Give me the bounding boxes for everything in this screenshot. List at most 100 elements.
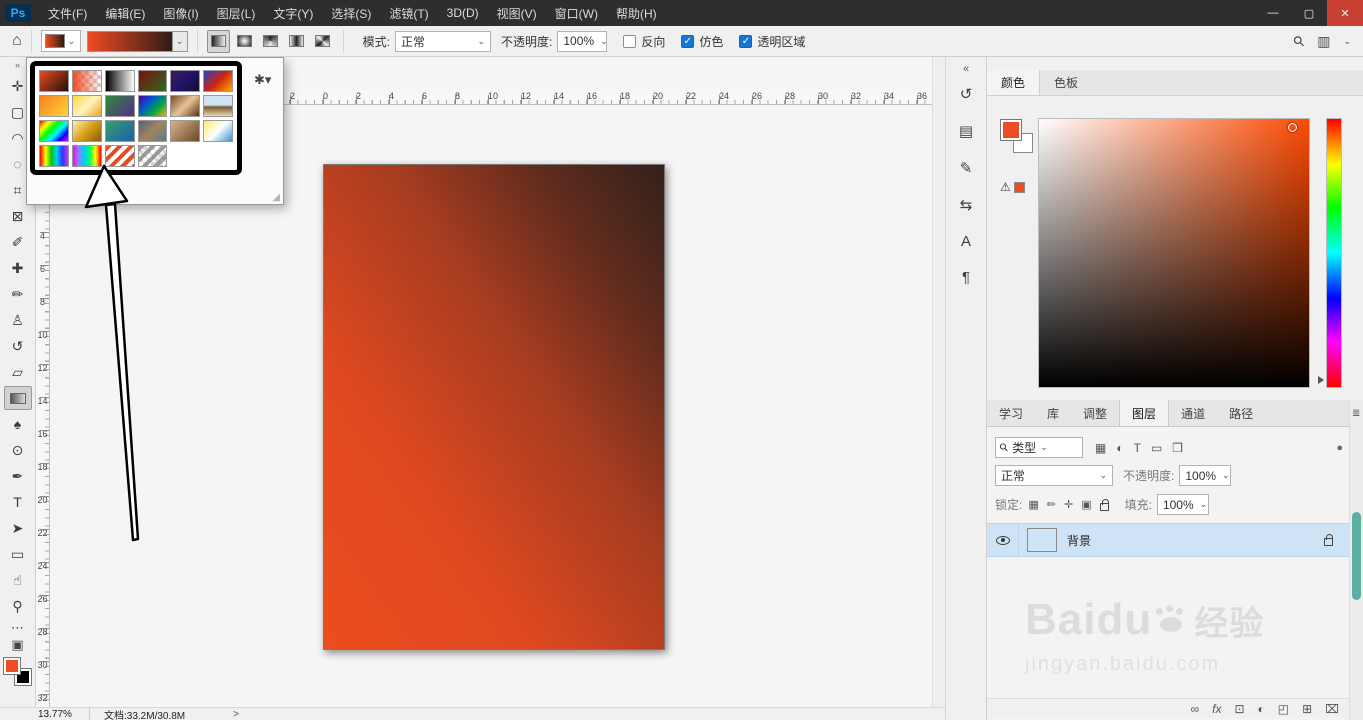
menu-file[interactable]: 文件(F) xyxy=(39,0,96,26)
gradient-red-green[interactable] xyxy=(137,70,168,92)
scrollbar-thumb[interactable] xyxy=(1352,512,1361,600)
foreground-color-swatch[interactable] xyxy=(3,657,21,675)
frame-tool[interactable]: ⊠ xyxy=(4,204,32,228)
gradient-rainbow-2[interactable] xyxy=(71,145,102,167)
layer-fill-select[interactable]: 100% ⌄ xyxy=(1156,494,1209,515)
gradient-red-stripes[interactable] xyxy=(104,145,135,167)
gradient-blue-red-yellow[interactable] xyxy=(203,70,233,92)
gradient-rainbow-1[interactable] xyxy=(39,145,69,167)
healing-brush-tool[interactable]: ✚ xyxy=(4,256,32,280)
gradient-copper[interactable] xyxy=(170,95,201,117)
type-tool[interactable]: T xyxy=(4,490,32,514)
gradient-yellow-blue[interactable] xyxy=(203,120,233,142)
linear-gradient-button[interactable] xyxy=(206,29,230,53)
lock-all-icon[interactable] xyxy=(1099,498,1109,511)
layer-thumbnail[interactable] xyxy=(1027,528,1057,552)
menu-3d[interactable]: 3D(D) xyxy=(438,0,488,26)
diamond-gradient-button[interactable] xyxy=(311,30,334,53)
close-button[interactable]: ✕ xyxy=(1327,0,1363,26)
blend-mode-select[interactable]: 正常 ⌄ xyxy=(395,30,492,52)
transparency-checkbox[interactable]: ✓ 透明区域 xyxy=(739,33,805,50)
resize-grip-icon[interactable]: ◢ xyxy=(272,192,280,203)
gradient-tool[interactable] xyxy=(3,386,32,410)
home-icon[interactable]: ⌂ xyxy=(12,32,22,50)
more-tools-icon[interactable]: ⋯ xyxy=(11,620,24,635)
character-panel-icon[interactable]: A xyxy=(961,233,971,250)
saturation-brightness-field[interactable] xyxy=(1038,118,1310,388)
hue-slider-marker[interactable] xyxy=(1318,376,1324,384)
gradient-chrome[interactable] xyxy=(203,95,233,117)
gradient-orange-yellow[interactable] xyxy=(39,95,69,117)
link-layers-icon[interactable]: ∞ xyxy=(1191,702,1200,716)
shape-tool[interactable]: ▭ xyxy=(4,542,32,566)
gradient-picker-arrow[interactable]: ⌄ xyxy=(171,31,187,51)
lock-position-icon[interactable]: ✛ xyxy=(1064,498,1073,511)
brush-tool[interactable]: ✏ xyxy=(4,282,32,306)
menu-window[interactable]: 窗口(W) xyxy=(546,0,607,26)
gradient-gold[interactable] xyxy=(71,120,102,142)
layer-filter-toggle[interactable]: ● xyxy=(1336,442,1343,454)
paragraph-panel-icon[interactable]: ¶ xyxy=(962,269,970,286)
adjustment-layer-icon[interactable]: ◐ xyxy=(1258,702,1265,716)
filter-type-icon[interactable]: T xyxy=(1134,441,1141,455)
layer-filter-select[interactable]: ⚲ 类型 ⌄ xyxy=(995,437,1083,458)
gamut-warning[interactable]: ⚠ xyxy=(1000,180,1025,194)
panel-menu-icon[interactable]: ≣ xyxy=(1352,408,1360,419)
dither-checkbox[interactable]: ✓ 仿色 xyxy=(681,33,723,50)
pen-tool[interactable]: ✒ xyxy=(4,464,32,488)
history-panel-icon[interactable]: ↺ xyxy=(960,85,973,103)
tool-preset-picker[interactable]: ⌄ xyxy=(40,30,81,52)
clone-source-panel-icon[interactable]: ⇆ xyxy=(960,196,973,214)
menu-layer[interactable]: 图层(L) xyxy=(208,0,265,26)
delete-layer-icon[interactable]: ⌧ xyxy=(1325,702,1339,716)
filter-shape-icon[interactable]: ▭ xyxy=(1151,441,1162,455)
gradient-green-blue[interactable] xyxy=(104,120,135,142)
tab-paths[interactable]: 路径 xyxy=(1217,400,1265,426)
gradient-fg-to-transparent[interactable] xyxy=(71,70,102,92)
eraser-tool[interactable]: ▱ xyxy=(4,360,32,384)
radial-gradient-button[interactable] xyxy=(233,30,256,53)
tab-libraries[interactable]: 库 xyxy=(1035,400,1071,426)
dodge-tool[interactable]: ⊙ xyxy=(4,438,32,462)
lock-pixels-icon[interactable]: ✏ xyxy=(1047,498,1056,511)
expand-panels-icon[interactable]: « xyxy=(963,63,969,75)
panel-foreground-swatch[interactable] xyxy=(1000,119,1022,141)
layer-opacity-select[interactable]: 100% ⌄ xyxy=(1179,465,1232,486)
angle-gradient-button[interactable] xyxy=(259,30,282,53)
hue-slider[interactable] xyxy=(1326,118,1342,388)
menu-select[interactable]: 选择(S) xyxy=(322,0,380,26)
layer-group-icon[interactable]: ◰ xyxy=(1278,702,1289,716)
filter-adjustment-icon[interactable]: ◐ xyxy=(1116,441,1123,455)
zoom-tool[interactable]: ⚲ xyxy=(4,594,32,618)
lock-artboard-icon[interactable]: ▣ xyxy=(1081,498,1091,511)
gradient-yellow-white[interactable] xyxy=(71,95,102,117)
layer-blend-mode-select[interactable]: 正常 ⌄ xyxy=(995,465,1113,486)
new-layer-icon[interactable]: ⊞ xyxy=(1302,702,1312,716)
gradient-editor-button[interactable]: ⌄ xyxy=(86,30,188,52)
menu-help[interactable]: 帮助(H) xyxy=(607,0,666,26)
workspace-switcher-icon[interactable]: ▥ xyxy=(1317,33,1330,50)
reverse-checkbox[interactable]: 反向 xyxy=(623,33,665,50)
gradient-fg-to-bg[interactable] xyxy=(39,70,69,92)
layer-visibility-toggle[interactable] xyxy=(987,524,1019,556)
path-selection-tool[interactable]: ➤ xyxy=(4,516,32,540)
gradient-violet-blue[interactable] xyxy=(170,70,201,92)
restore-button[interactable]: ▢ xyxy=(1291,0,1327,26)
canvas-scrollbar[interactable] xyxy=(932,57,945,707)
menu-image[interactable]: 图像(I) xyxy=(154,0,207,26)
layer-effects-icon[interactable]: fx xyxy=(1212,702,1221,716)
properties-panel-icon[interactable]: ▤ xyxy=(959,122,973,140)
opacity-select[interactable]: 100% ⌄ xyxy=(557,30,608,52)
clone-stamp-tool[interactable]: ♙ xyxy=(4,308,32,332)
menu-filter[interactable]: 滤镜(T) xyxy=(380,0,437,26)
brush-settings-panel-icon[interactable]: ✎ xyxy=(960,159,973,177)
status-chevron-icon[interactable]: > xyxy=(233,709,239,720)
gradient-muted-multi[interactable] xyxy=(137,120,168,142)
tab-learn[interactable]: 学习 xyxy=(987,400,1035,426)
gradient-tan-brown[interactable] xyxy=(170,120,201,142)
lock-transparency-icon[interactable]: ▦ xyxy=(1028,498,1038,511)
tab-color[interactable]: 颜色 xyxy=(987,70,1041,95)
chevron-down-icon[interactable]: ⌄ xyxy=(1343,36,1351,46)
document-canvas[interactable] xyxy=(323,164,665,650)
tab-channels[interactable]: 通道 xyxy=(1169,400,1217,426)
